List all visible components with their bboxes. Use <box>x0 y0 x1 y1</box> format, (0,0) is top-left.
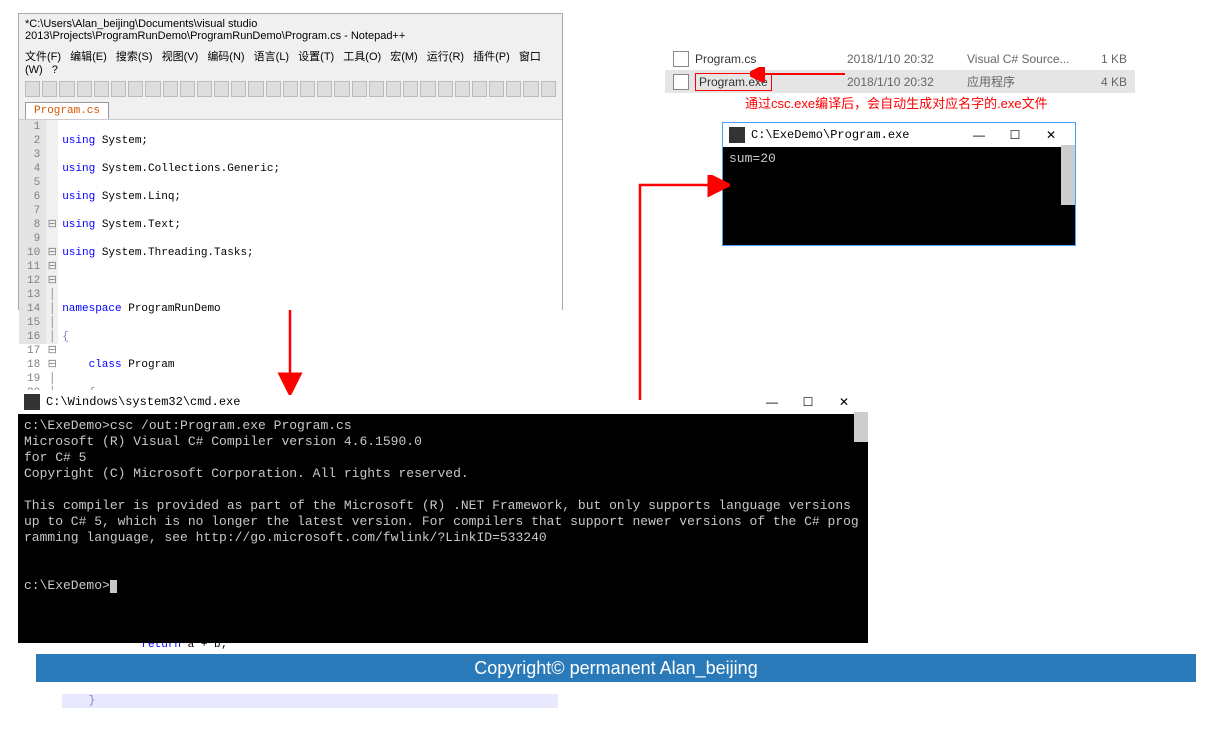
tab-bar: Program.cs <box>19 100 562 119</box>
file-explorer-list: Program.cs 2018/1/10 20:32 Visual C# Sou… <box>665 48 1135 93</box>
file-type: Visual C# Source... <box>967 52 1087 66</box>
menu-tools[interactable]: 工具(O) <box>343 51 381 63</box>
menu-bar[interactable]: 文件(F) 编辑(E) 搜索(S) 视图(V) 编码(N) 语言(L) 设置(T… <box>19 46 562 78</box>
titlebar[interactable]: C:\ExeDemo\Program.exe — ☐ ✕ <box>723 123 1075 147</box>
file-date: 2018/1/10 20:32 <box>847 75 967 89</box>
new-file-icon[interactable] <box>25 81 40 97</box>
file-name: Program.exe <box>695 75 847 89</box>
play-multi-icon[interactable] <box>523 81 538 97</box>
menu-file[interactable]: 文件(F) <box>25 51 61 63</box>
save-macro-icon[interactable] <box>541 81 556 97</box>
record-icon[interactable] <box>472 81 487 97</box>
folder-icon[interactable] <box>438 81 453 97</box>
tab-program-cs[interactable]: Program.cs <box>25 102 109 119</box>
console-title: C:\Windows\system32\cmd.exe <box>46 395 754 409</box>
maximize-button[interactable]: ☐ <box>997 128 1033 142</box>
userlang-icon[interactable] <box>386 81 401 97</box>
arrow-cmd-to-exe <box>630 175 730 405</box>
cursor <box>110 580 117 593</box>
replace-icon[interactable] <box>248 81 263 97</box>
func-list-icon[interactable] <box>420 81 435 97</box>
scrollbar[interactable] <box>1061 145 1075 205</box>
cmd-icon <box>24 394 40 410</box>
menu-language[interactable]: 语言(L) <box>254 51 289 63</box>
menu-encoding[interactable]: 编码(N) <box>207 51 244 63</box>
line-gutter: 123456789101112131415161718192021 <box>19 120 46 344</box>
sync-h-icon[interactable] <box>317 81 332 97</box>
menu-view[interactable]: 视图(V) <box>162 51 199 63</box>
menu-edit[interactable]: 编辑(E) <box>70 51 107 63</box>
window-title: *C:\Users\Alan_beijing\Documents\visual … <box>19 14 562 46</box>
menu-run[interactable]: 运行(R) <box>427 51 464 63</box>
find-icon[interactable] <box>231 81 246 97</box>
cut-icon[interactable] <box>145 81 160 97</box>
cs-file-icon <box>673 51 689 67</box>
monitor-icon[interactable] <box>455 81 470 97</box>
print-icon[interactable] <box>128 81 143 97</box>
file-type: 应用程序 <box>967 73 1087 90</box>
play-icon[interactable] <box>506 81 521 97</box>
titlebar[interactable]: C:\Windows\system32\cmd.exe — ☐ ✕ <box>18 390 868 414</box>
doc-map-icon[interactable] <box>403 81 418 97</box>
show-all-chars-icon[interactable] <box>352 81 367 97</box>
file-size: 1 KB <box>1087 52 1127 66</box>
maximize-button[interactable]: ☐ <box>790 395 826 409</box>
wrap-icon[interactable] <box>334 81 349 97</box>
footer-bar: Copyright© permanent Alan_beijing <box>36 654 1196 682</box>
close-button[interactable]: ✕ <box>1033 128 1069 142</box>
annotation-text: 通过csc.exe编译后，会自动生成对应名字的.exe文件 <box>745 93 1048 112</box>
file-size: 4 KB <box>1087 75 1127 89</box>
console-output[interactable]: sum=20 <box>723 147 1075 243</box>
menu-help[interactable]: ? <box>52 64 58 76</box>
copy-icon[interactable] <box>163 81 178 97</box>
console-output[interactable]: c:\ExeDemo>csc /out:Program.exe Program.… <box>18 414 868 641</box>
close-button[interactable]: ✕ <box>826 395 862 409</box>
toolbar <box>19 78 562 100</box>
file-name: Program.cs <box>695 52 847 66</box>
minimize-button[interactable]: — <box>961 128 997 142</box>
console-title: C:\ExeDemo\Program.exe <box>751 128 961 142</box>
notepad-plus-plus-window: *C:\Users\Alan_beijing\Documents\visual … <box>18 13 563 310</box>
menu-search[interactable]: 搜索(S) <box>116 51 153 63</box>
undo-icon[interactable] <box>197 81 212 97</box>
program-exe-console: C:\ExeDemo\Program.exe — ☐ ✕ sum=20 <box>722 122 1076 246</box>
save-icon[interactable] <box>59 81 74 97</box>
fold-column[interactable]: ⊟ ⊟⊟⊟││││⊟⊟│││ <box>46 120 58 344</box>
file-row[interactable]: Program.cs 2018/1/10 20:32 Visual C# Sou… <box>665 48 1135 70</box>
code-body[interactable]: using System; using System.Collections.G… <box>58 120 562 344</box>
exe-file-icon <box>673 74 689 90</box>
zoom-in-icon[interactable] <box>266 81 281 97</box>
close-icon[interactable] <box>94 81 109 97</box>
minimize-button[interactable]: — <box>754 395 790 409</box>
open-file-icon[interactable] <box>42 81 57 97</box>
app-icon <box>729 127 745 143</box>
indent-guide-icon[interactable] <box>369 81 384 97</box>
menu-macro[interactable]: 宏(M) <box>390 51 418 63</box>
close-all-icon[interactable] <box>111 81 126 97</box>
menu-plugins[interactable]: 插件(P) <box>473 51 510 63</box>
paste-icon[interactable] <box>180 81 195 97</box>
redo-icon[interactable] <box>214 81 229 97</box>
file-date: 2018/1/10 20:32 <box>847 52 967 66</box>
menu-settings[interactable]: 设置(T) <box>298 51 334 63</box>
stop-record-icon[interactable] <box>489 81 504 97</box>
save-all-icon[interactable] <box>77 81 92 97</box>
file-row[interactable]: Program.exe 2018/1/10 20:32 应用程序 4 KB <box>665 70 1135 93</box>
code-editor[interactable]: 123456789101112131415161718192021 ⊟ ⊟⊟⊟│… <box>19 119 562 344</box>
sync-v-icon[interactable] <box>300 81 315 97</box>
zoom-out-icon[interactable] <box>283 81 298 97</box>
scrollbar[interactable] <box>854 412 868 442</box>
cmd-console: C:\Windows\system32\cmd.exe — ☐ ✕ c:\Exe… <box>18 390 868 643</box>
